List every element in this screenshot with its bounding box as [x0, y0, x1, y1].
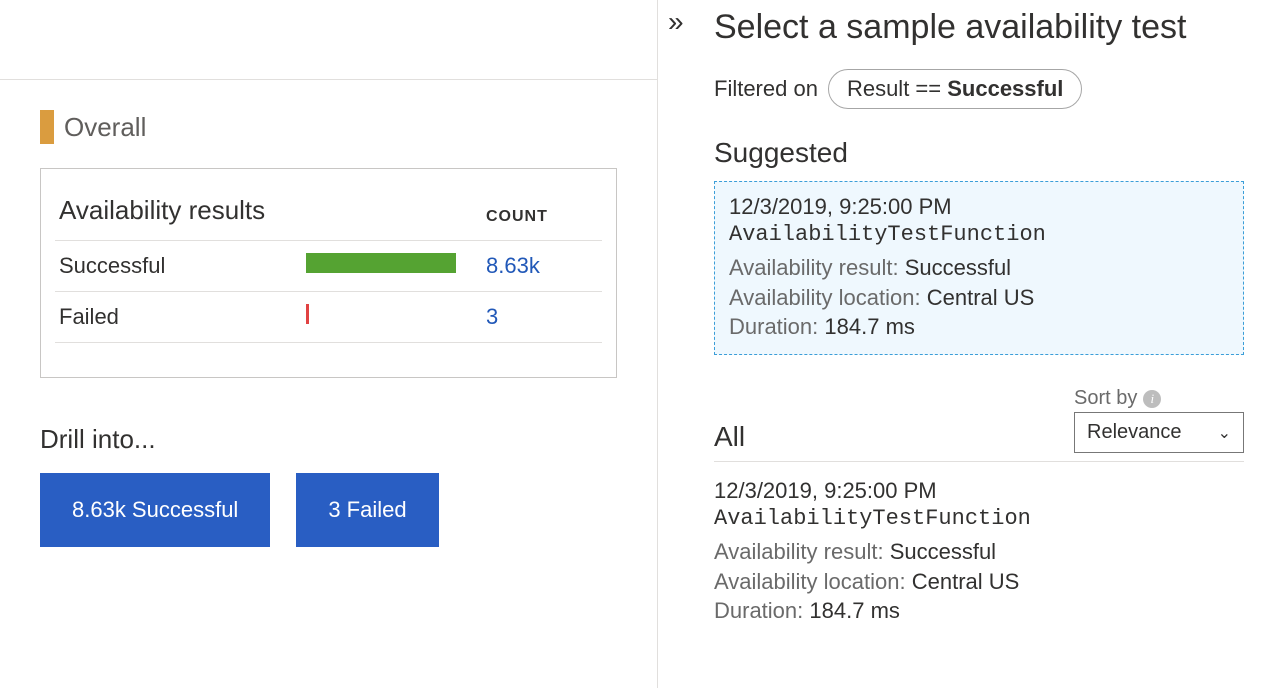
right-pane: » Select a sample availability test Filt… [658, 0, 1280, 688]
overall-marker-icon [40, 110, 54, 144]
sample-duration-row: Duration: 184.7 ms [714, 596, 1244, 626]
availability-results-table: Availability results COUNT Successful 8.… [55, 187, 602, 343]
row-label-successful: Successful [55, 241, 302, 292]
sample-test-name: AvailabilityTestFunction [714, 506, 1244, 531]
sample-result-label: Availability result: [714, 539, 884, 564]
row-count-successful-link[interactable]: 8.63k [486, 253, 540, 278]
overall-header: Overall [40, 110, 617, 144]
bar-green-icon [306, 253, 456, 273]
drill-buttons-row: 8.63k Successful 3 Failed [40, 473, 617, 547]
table-header-title: Availability results [55, 187, 302, 241]
all-heading: All [714, 421, 745, 453]
top-header-area [0, 0, 657, 80]
right-content: Select a sample availability test Filter… [672, 0, 1244, 628]
all-sample-card[interactable]: 12/3/2019, 9:25:00 PM AvailabilityTestFu… [714, 476, 1244, 628]
sample-test-name: AvailabilityTestFunction [729, 222, 1229, 247]
table-row[interactable]: Failed 3 [55, 292, 602, 343]
filter-chip-prefix: Result == [847, 76, 947, 101]
overall-section: Overall Availability results COUNT Succe… [0, 80, 657, 547]
sample-location-label: Availability location: [729, 285, 921, 310]
table-header-count: COUNT [482, 187, 602, 241]
suggested-heading: Suggested [714, 137, 1244, 169]
sort-by-dropdown[interactable]: Relevance ⌄ [1074, 412, 1244, 453]
sample-result-value: Successful [890, 539, 996, 564]
filtered-on-label: Filtered on [714, 76, 818, 102]
sample-duration-label: Duration: [714, 598, 803, 623]
table-header-bar-spacer [302, 187, 482, 241]
availability-results-box: Availability results COUNT Successful 8.… [40, 168, 617, 378]
drill-failed-button[interactable]: 3 Failed [296, 473, 438, 547]
sort-by-label-row: Sort by i [1074, 387, 1161, 410]
sort-block: Sort by i Relevance ⌄ [1074, 387, 1244, 453]
filter-row: Filtered on Result == Successful [714, 69, 1244, 109]
row-bar-failed [302, 292, 482, 343]
drill-into-heading: Drill into... [40, 424, 617, 455]
sample-duration-value: 184.7 ms [824, 314, 915, 339]
left-pane: Overall Availability results COUNT Succe… [0, 0, 658, 688]
row-bar-successful [302, 241, 482, 292]
sample-result-row: Availability result: Successful [714, 537, 1244, 567]
sample-location-label: Availability location: [714, 569, 906, 594]
overall-title: Overall [64, 112, 146, 143]
chevron-down-icon: ⌄ [1218, 423, 1231, 443]
sample-duration-row: Duration: 184.7 ms [729, 312, 1229, 342]
suggested-sample-card[interactable]: 12/3/2019, 9:25:00 PM AvailabilityTestFu… [714, 181, 1244, 355]
row-label-failed: Failed [55, 292, 302, 343]
sample-location-row: Availability location: Central US [729, 283, 1229, 313]
drill-successful-button[interactable]: 8.63k Successful [40, 473, 270, 547]
table-row[interactable]: Successful 8.63k [55, 241, 602, 292]
sample-location-value: Central US [927, 285, 1035, 310]
filter-chip[interactable]: Result == Successful [828, 69, 1082, 109]
filter-chip-value: Successful [947, 76, 1063, 101]
sort-by-value: Relevance [1087, 421, 1182, 444]
sample-duration-value: 184.7 ms [809, 598, 900, 623]
sample-timestamp: 12/3/2019, 9:25:00 PM [729, 194, 1229, 220]
sample-result-value: Successful [905, 255, 1011, 280]
sample-location-row: Availability location: Central US [714, 567, 1244, 597]
sample-duration-label: Duration: [729, 314, 818, 339]
sample-location-value: Central US [912, 569, 1020, 594]
sample-timestamp: 12/3/2019, 9:25:00 PM [714, 478, 1244, 504]
sort-by-label: Sort by [1074, 387, 1137, 410]
sample-result-label: Availability result: [729, 255, 899, 280]
all-header-row: All Sort by i Relevance ⌄ [714, 387, 1244, 462]
sample-result-row: Availability result: Successful [729, 253, 1229, 283]
row-count-failed-link[interactable]: 3 [486, 304, 498, 329]
expand-chevrons-icon[interactable]: » [668, 8, 674, 36]
info-icon[interactable]: i [1143, 390, 1161, 408]
right-panel-title: Select a sample availability test [714, 8, 1244, 47]
bar-red-icon [306, 304, 309, 324]
